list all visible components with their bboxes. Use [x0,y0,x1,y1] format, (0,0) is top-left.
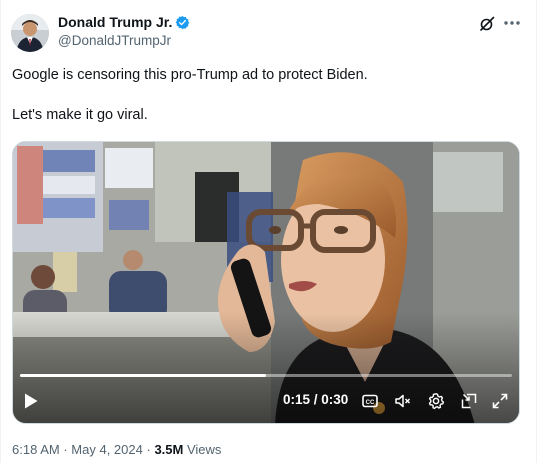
play-icon[interactable] [23,392,39,410]
tweet-date[interactable]: May 4, 2024 [71,442,143,457]
svg-text:CC: CC [366,400,375,406]
captions-icon[interactable]: CC [361,392,379,410]
video-progress-bar[interactable] [20,374,512,377]
more-icon[interactable] [501,14,523,32]
tweet-meta: 6:18 AM · May 4, 2024 · 3.5M Views [12,442,221,457]
author-name-row: Donald Trump Jr. [58,14,190,30]
muted-volume-icon[interactable] [394,392,412,410]
fullscreen-icon[interactable] [491,392,509,410]
video-time: 0:15 / 0:30 [283,392,349,407]
tweet-text: Google is censoring this pro-Trump ad to… [12,65,522,126]
meta-separator: · [63,442,68,457]
video-progress-fill [20,374,266,377]
video-player[interactable]: 0:15 / 0:30 CC [12,141,520,424]
settings-icon[interactable] [427,392,445,410]
picture-in-picture-icon[interactable] [460,392,478,410]
author-display-name[interactable]: Donald Trump Jr. [58,14,172,30]
avatar[interactable] [11,14,49,52]
grok-icon[interactable] [479,16,495,32]
video-controls: 0:15 / 0:30 CC [13,390,519,414]
author-handle[interactable]: @DonaldJTrumpJr [58,33,171,48]
tweet-text-line: Google is censoring this pro-Trump ad to… [12,67,368,83]
tweet-time[interactable]: 6:18 AM [12,442,60,457]
meta-separator: · [146,442,151,457]
views-count: 3.5M [154,442,184,457]
verified-badge-icon [175,15,190,30]
tweet-card: Donald Trump Jr. @DonaldJTrumpJr Google … [0,0,537,463]
video-frame [13,142,519,423]
tweet-text-line: Let's make it go viral. [12,107,148,123]
views-label: Views [186,442,222,457]
